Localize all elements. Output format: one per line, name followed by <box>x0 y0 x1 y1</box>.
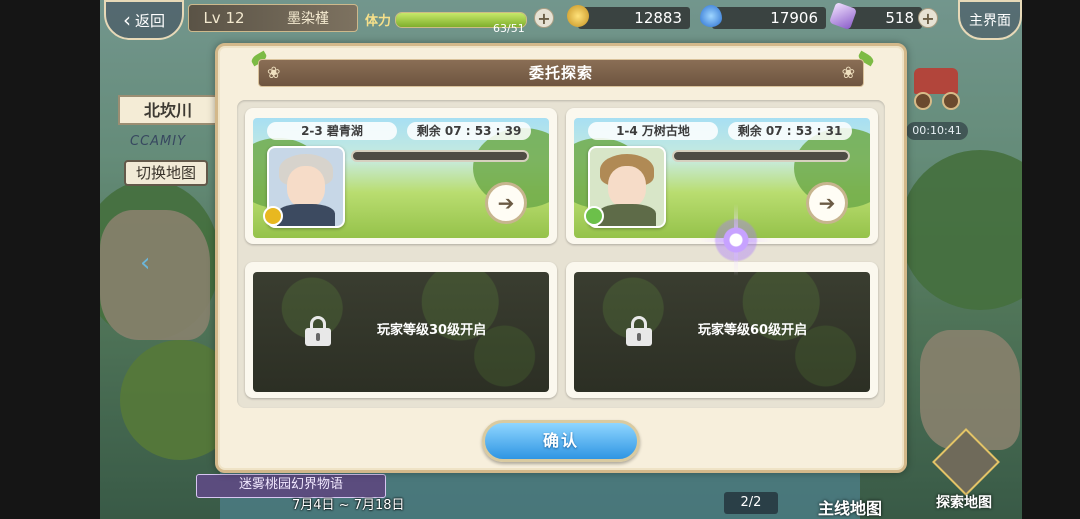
slot-progress-bar <box>672 150 850 162</box>
stamina-value: 63/51 <box>493 22 525 35</box>
locked-scene: 玩家等级60级开启 <box>574 272 870 392</box>
explore-compass-icon <box>932 428 1000 496</box>
right-letterbox <box>1022 0 1080 519</box>
add-crystal-button[interactable]: + <box>918 8 938 28</box>
locked-slot: 玩家等级60级开启 <box>566 262 878 398</box>
element-badge-icon <box>584 206 604 226</box>
region-subtitle: CCAMIY <box>130 134 187 149</box>
back-label: 返回 <box>134 11 165 30</box>
event-date: 7月4日 ~ 7月18日 <box>292 498 405 513</box>
stamina-display: 体力 63/51 <box>365 8 555 35</box>
player-level: Lv 12 <box>203 9 245 27</box>
unlock-requirement: 玩家等级60级开启 <box>698 323 808 338</box>
side-timer: 00:10:41 <box>906 122 968 140</box>
gem-drop-icon <box>700 5 722 27</box>
locked-slot: 玩家等级30级开启 <box>245 262 557 398</box>
slot-scene: 2-3 碧青湖 剩余 07 : 53 : 39 ➔ <box>253 118 549 238</box>
locked-scene: 玩家等级30级开启 <box>253 272 549 392</box>
explore-map-label: 探索地图 <box>936 495 992 511</box>
slot-progress-bar <box>351 150 529 162</box>
confirm-button[interactable]: 确认 <box>482 420 640 462</box>
slot-remaining-time: 剩余 07 : 53 : 31 <box>728 122 852 140</box>
sparkle-orb-icon <box>714 218 758 262</box>
switch-map-button[interactable]: 切换地图 <box>124 160 208 186</box>
back-arrow-icon: ‹ <box>122 8 131 32</box>
go-arrow-button[interactable]: ➔ <box>485 182 527 224</box>
left-letterbox <box>0 0 100 519</box>
map-left-arrow-icon[interactable]: ‹ <box>140 248 150 278</box>
cart-icon[interactable] <box>908 58 964 110</box>
element-badge-icon <box>263 206 283 226</box>
gem-amount: 17906 <box>712 7 826 29</box>
go-arrow-button[interactable]: ➔ <box>806 182 848 224</box>
back-button[interactable]: ‹ 返回 <box>104 0 184 40</box>
slot-remaining-time: 剩余 07 : 53 : 39 <box>407 122 531 140</box>
main-menu-label: 主界面 <box>969 13 1011 29</box>
stamina-label: 体力 <box>365 14 392 29</box>
gold-amount: 12883 <box>578 7 690 29</box>
main-map-button[interactable]: 主线地图 <box>818 495 882 519</box>
explore-map-button[interactable]: 探索地图 <box>924 428 1004 516</box>
lock-icon <box>305 316 331 346</box>
dialog-title: 委托探索 <box>528 64 593 82</box>
slot-scene: 1-4 万树古地 剩余 07 : 53 : 31 ➔ <box>574 118 870 238</box>
player-name: 墨染槿 <box>287 11 329 27</box>
unlock-requirement: 玩家等级30级开启 <box>377 323 487 338</box>
slot-location: 2-3 碧青湖 <box>267 122 397 140</box>
region-name-banner: 北坎川 <box>118 95 218 125</box>
player-info: Lv 12 墨染槿 <box>188 4 358 32</box>
main-menu-button[interactable]: 主界面 <box>958 0 1022 40</box>
gold-coin-icon <box>567 5 589 27</box>
add-stamina-button[interactable]: + <box>534 8 554 28</box>
commission-slot[interactable]: 2-3 碧青湖 剩余 07 : 53 : 39 ➔ <box>245 108 557 244</box>
slot-location: 1-4 万树古地 <box>588 122 718 140</box>
lock-icon <box>626 316 652 346</box>
page-indicator: 2/2 <box>724 492 778 514</box>
